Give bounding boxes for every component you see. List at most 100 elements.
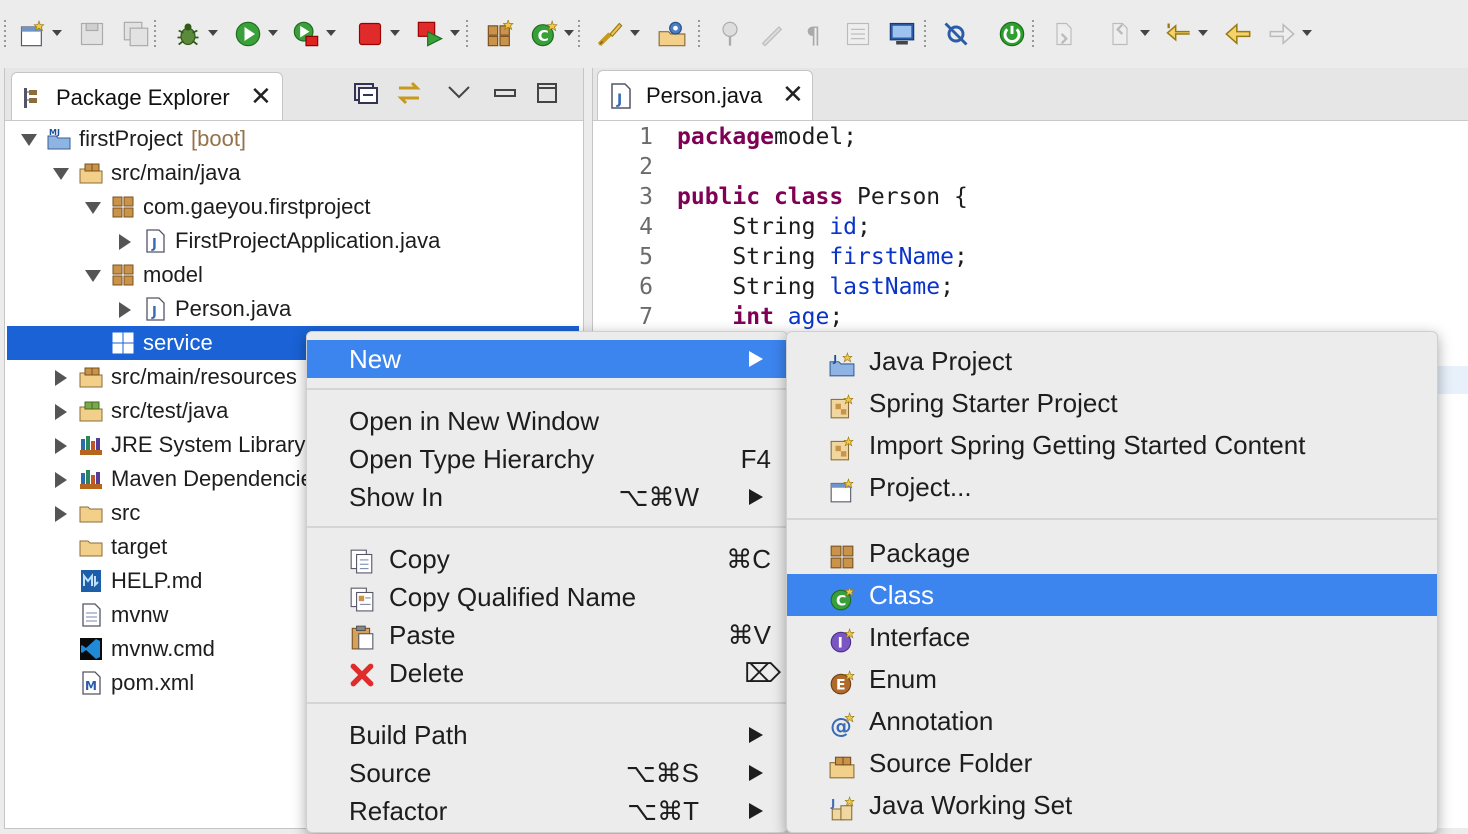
- prev-edit-icon[interactable]: [1104, 18, 1136, 50]
- menu-item-package[interactable]: Package: [787, 532, 1437, 574]
- vscode-file-icon: [79, 637, 103, 661]
- expand-closed-icon[interactable]: [55, 438, 67, 454]
- dropdown-arrow-icon[interactable]: [1198, 30, 1208, 36]
- dropdown-arrow-icon[interactable]: [564, 30, 574, 36]
- next-annotation-icon[interactable]: [842, 18, 874, 50]
- menu-item-project[interactable]: Project...: [787, 466, 1437, 508]
- menu-item-spring-starter-project[interactable]: Spring Starter Project: [787, 382, 1437, 424]
- spring-boot-dashboard-icon[interactable]: [996, 18, 1028, 50]
- open-type-icon[interactable]: [656, 18, 688, 50]
- tree-item[interactable]: J FirstProjectApplication.java: [5, 224, 579, 258]
- view-menu-icon[interactable]: [445, 80, 473, 106]
- forward-icon[interactable]: [1266, 18, 1298, 50]
- menu-item-annotation[interactable]: @ Annotation: [787, 700, 1437, 742]
- tab-package-explorer[interactable]: Package Explorer ✕: [11, 72, 283, 120]
- menu-item-shortcut: ⌦: [744, 658, 781, 688]
- menu-item-interface[interactable]: I Interface: [787, 616, 1437, 658]
- menu-item-open-type-hierarchy[interactable]: Open Type Hierarchy F4: [307, 440, 787, 478]
- tree-item[interactable]: src/main/java: [5, 156, 579, 190]
- collapse-all-icon[interactable]: [351, 80, 379, 106]
- back-icon[interactable]: [1222, 18, 1254, 50]
- link-with-editor-icon[interactable]: [395, 80, 423, 106]
- minimize-icon[interactable]: [491, 80, 519, 106]
- toolbar-gripper[interactable]: [4, 20, 6, 50]
- menu-item-new[interactable]: New: [307, 340, 787, 378]
- code-line[interactable]: 1 packagemodel;: [593, 122, 1468, 152]
- menu-item-class[interactable]: C Class: [787, 574, 1437, 616]
- expand-closed-icon[interactable]: [55, 370, 67, 386]
- menu-item-copy-qualified-name[interactable]: Copy Qualified Name: [307, 578, 787, 616]
- debug-icon[interactable]: [172, 18, 204, 50]
- save-all-icon[interactable]: [120, 18, 152, 50]
- dropdown-arrow-icon[interactable]: [390, 30, 400, 36]
- tree-item-label: mvnw: [111, 602, 169, 627]
- expand-open-icon[interactable]: [85, 202, 101, 214]
- menu-item-build-path[interactable]: Build Path: [307, 716, 787, 754]
- tree-item[interactable]: J Person.java: [5, 292, 579, 326]
- tree-item[interactable]: model: [5, 258, 579, 292]
- tree-item[interactable]: MJ firstProject [boot]: [5, 122, 579, 156]
- next-edit-icon[interactable]: [1048, 18, 1080, 50]
- save-icon[interactable]: [76, 18, 108, 50]
- code-line[interactable]: 5 String firstName;: [593, 242, 1468, 272]
- show-whitespace-icon[interactable]: ¶: [798, 18, 830, 50]
- tree-item-label: src/test/java: [111, 398, 229, 423]
- context-menu: New Open in New Window Open Type Hierarchy…: [306, 331, 788, 833]
- dropdown-arrow-icon[interactable]: [450, 30, 460, 36]
- toggle-mark-icon[interactable]: [756, 18, 788, 50]
- new-icon[interactable]: [16, 18, 48, 50]
- expand-closed-icon[interactable]: [119, 302, 131, 318]
- maven-pom-icon: M: [79, 671, 103, 695]
- new-java-package-icon[interactable]: [484, 18, 516, 50]
- code-line[interactable]: 2: [593, 152, 1468, 182]
- line-number: 7: [639, 304, 653, 330]
- explorer-tab-bar: Package Explorer ✕: [5, 68, 583, 121]
- menu-item-show-in[interactable]: Show In ⌥⌘W: [307, 478, 787, 516]
- dropdown-arrow-icon[interactable]: [208, 30, 218, 36]
- menu-item-copy[interactable]: Copy ⌘C: [307, 540, 787, 578]
- tree-item[interactable]: com.gaeyou.firstproject: [5, 190, 579, 224]
- close-icon[interactable]: ✕: [250, 83, 272, 109]
- menu-item-open-in-new-window[interactable]: Open in New Window: [307, 402, 787, 440]
- skip-breakpoints-icon[interactable]: [940, 18, 972, 50]
- expand-closed-icon[interactable]: [119, 234, 131, 250]
- copy-icon: [349, 546, 375, 574]
- menu-item-import-spring-getting-started-content[interactable]: Import Spring Getting Started Content: [787, 424, 1437, 466]
- new-java-class-icon[interactable]: C: [528, 18, 560, 50]
- open-task-icon[interactable]: [594, 18, 626, 50]
- tab-person-java[interactable]: J Person.java ✕: [597, 70, 813, 120]
- pin-icon[interactable]: [714, 18, 746, 50]
- menu-item-source-folder[interactable]: Source Folder: [787, 742, 1437, 784]
- console-icon[interactable]: [886, 18, 918, 50]
- close-icon[interactable]: ✕: [782, 81, 804, 107]
- maximize-icon[interactable]: [533, 80, 561, 106]
- dropdown-arrow-icon[interactable]: [268, 30, 278, 36]
- code-line[interactable]: 7 int age;: [593, 302, 1468, 332]
- run-icon[interactable]: [232, 18, 264, 50]
- menu-item-enum[interactable]: E Enum: [787, 658, 1437, 700]
- expand-closed-icon[interactable]: [55, 472, 67, 488]
- menu-item-refactor[interactable]: Refactor ⌥⌘T: [307, 792, 787, 830]
- dropdown-arrow-icon[interactable]: [326, 30, 336, 36]
- expand-open-icon[interactable]: [21, 134, 37, 146]
- coverage-icon[interactable]: [290, 18, 322, 50]
- expand-open-icon[interactable]: [53, 168, 69, 180]
- menu-item-delete[interactable]: Delete ⌦: [307, 654, 787, 692]
- last-edit-icon[interactable]: [1162, 18, 1194, 50]
- expand-closed-icon[interactable]: [55, 404, 67, 420]
- menu-item-paste[interactable]: Paste ⌘V: [307, 616, 787, 654]
- menu-item-java-working-set[interactable]: J Java Working Set: [787, 784, 1437, 826]
- code-line[interactable]: 4 String id;: [593, 212, 1468, 242]
- stop-icon[interactable]: [354, 18, 386, 50]
- code-line[interactable]: 3 public class Person {: [593, 182, 1468, 212]
- dropdown-arrow-icon[interactable]: [52, 30, 62, 36]
- menu-item-source[interactable]: Source ⌥⌘S: [307, 754, 787, 792]
- expand-closed-icon[interactable]: [55, 506, 67, 522]
- dropdown-arrow-icon[interactable]: [1302, 30, 1312, 36]
- code-line[interactable]: 6 String lastName;: [593, 272, 1468, 302]
- expand-open-icon[interactable]: [85, 270, 101, 282]
- relaunch-icon[interactable]: [414, 18, 446, 50]
- menu-item-java-project[interactable]: J Java Project: [787, 340, 1437, 382]
- dropdown-arrow-icon[interactable]: [630, 30, 640, 36]
- dropdown-arrow-icon[interactable]: [1140, 30, 1150, 36]
